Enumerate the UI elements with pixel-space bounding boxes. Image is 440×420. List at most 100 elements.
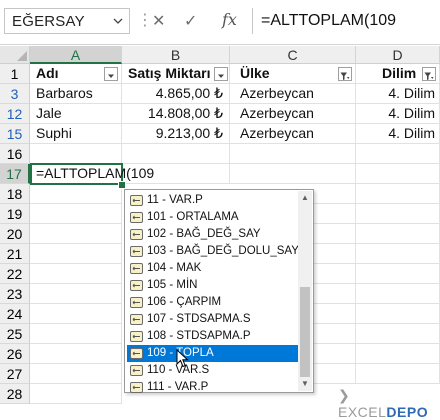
- empty-cell[interactable]: [30, 244, 122, 264]
- autocomplete-option[interactable]: 107 - STDSAPMA.S: [127, 311, 298, 328]
- table-cell[interactable]: 4.865,00 ₺: [122, 84, 230, 104]
- empty-cell[interactable]: [30, 144, 122, 164]
- empty-cell[interactable]: [314, 364, 356, 384]
- autocomplete-option[interactable]: 105 - MİN: [127, 277, 298, 294]
- empty-cell[interactable]: [230, 144, 356, 164]
- select-all-button[interactable]: [0, 46, 30, 64]
- table-cell[interactable]: 14.808,00 ₺: [122, 104, 230, 124]
- empty-cell[interactable]: [314, 204, 356, 224]
- autocomplete-option[interactable]: 109 - TOPLA: [127, 345, 298, 362]
- name-box[interactable]: EĞERSAY: [4, 8, 130, 34]
- empty-cell[interactable]: [30, 324, 122, 344]
- scroll-down-icon[interactable]: ▼: [298, 377, 312, 391]
- row-header-active[interactable]: 17: [0, 164, 30, 184]
- row-header[interactable]: 27: [0, 364, 30, 384]
- autocomplete-scrollbar[interactable]: ▲ ▼: [298, 191, 312, 391]
- row-header[interactable]: 16: [0, 144, 30, 164]
- scroll-up-icon[interactable]: ▲: [298, 191, 312, 205]
- column-header-c[interactable]: C: [230, 46, 356, 64]
- empty-cell[interactable]: [356, 244, 440, 264]
- row-header[interactable]: 24: [0, 304, 30, 324]
- autocomplete-option[interactable]: 104 - MAK: [127, 260, 298, 277]
- table-cell[interactable]: 4. Dilim: [356, 104, 440, 124]
- column-header-d[interactable]: D: [356, 46, 440, 64]
- empty-cell[interactable]: [314, 264, 356, 284]
- row-header[interactable]: 20: [0, 224, 30, 244]
- autocomplete-option[interactable]: 102 - BAĞ_DEĞ_SAY: [127, 226, 298, 243]
- empty-cell[interactable]: [356, 304, 440, 324]
- cancel-icon[interactable]: ✕: [152, 11, 165, 31]
- row-header[interactable]: 1: [0, 64, 30, 84]
- table-cell[interactable]: Suphi: [30, 124, 122, 144]
- autocomplete-option[interactable]: 110 - VAR.S: [127, 362, 298, 379]
- row-header[interactable]: 28: [0, 384, 30, 404]
- autocomplete-option[interactable]: 103 - BAĞ_DEĞ_DOLU_SAY: [127, 243, 299, 260]
- empty-cell[interactable]: [30, 204, 122, 224]
- empty-cell[interactable]: [314, 284, 356, 304]
- empty-cell[interactable]: [230, 164, 356, 184]
- empty-cell[interactable]: [356, 184, 440, 204]
- empty-cell[interactable]: [314, 184, 356, 204]
- empty-cell[interactable]: [30, 344, 122, 364]
- row-header[interactable]: 12: [0, 104, 30, 124]
- empty-cell[interactable]: [30, 364, 122, 384]
- empty-cell[interactable]: [30, 184, 122, 204]
- empty-cell[interactable]: [30, 284, 122, 304]
- autocomplete-option[interactable]: 106 - ÇARPIM: [127, 294, 298, 311]
- column-header-b[interactable]: B: [122, 46, 230, 64]
- empty-cell[interactable]: [356, 284, 440, 304]
- row-header[interactable]: 26: [0, 344, 30, 364]
- row-header[interactable]: 3: [0, 84, 30, 104]
- scrollbar-thumb[interactable]: [300, 287, 310, 377]
- chevron-down-icon[interactable]: [113, 16, 123, 26]
- empty-cell[interactable]: [30, 384, 122, 404]
- table-cell[interactable]: 9.213,00 ₺: [122, 124, 230, 144]
- row-header[interactable]: 18: [0, 184, 30, 204]
- table-cell[interactable]: 4. Dilim: [356, 124, 440, 144]
- formula-input[interactable]: =ALTTOPLAM(109: [252, 8, 440, 34]
- filter-dropdown-icon[interactable]: [104, 67, 118, 81]
- header-cell-ulke[interactable]: Ülke: [230, 64, 356, 84]
- autocomplete-option[interactable]: 108 - STDSAPMA.P: [127, 328, 298, 345]
- table-cell[interactable]: 4. Dilim: [356, 84, 440, 104]
- filter-applied-icon[interactable]: [338, 67, 352, 81]
- empty-cell[interactable]: [314, 244, 356, 264]
- empty-cell[interactable]: [356, 264, 440, 284]
- empty-cell[interactable]: [314, 224, 356, 244]
- row-header[interactable]: 19: [0, 204, 30, 224]
- table-cell[interactable]: Azerbeycan: [230, 104, 356, 124]
- row-header[interactable]: 15: [0, 124, 30, 144]
- autocomplete-option[interactable]: 101 - ORTALAMA: [127, 209, 298, 226]
- autocomplete-option[interactable]: 11 - VAR.P: [127, 192, 298, 209]
- header-cell-dilim[interactable]: Dilim: [356, 64, 440, 84]
- table-cell[interactable]: Azerbeycan: [230, 124, 356, 144]
- empty-cell[interactable]: [30, 304, 122, 324]
- active-cell-a17[interactable]: =ALTTOPLAM(109: [30, 163, 154, 185]
- fill-handle[interactable]: [118, 181, 126, 189]
- row-header[interactable]: 23: [0, 284, 30, 304]
- empty-cell[interactable]: [356, 344, 440, 364]
- column-header-a[interactable]: A: [30, 46, 122, 64]
- empty-cell[interactable]: [122, 144, 230, 164]
- table-cell[interactable]: Azerbeycan: [230, 84, 356, 104]
- row-header[interactable]: 25: [0, 324, 30, 344]
- empty-cell[interactable]: [314, 344, 356, 364]
- header-cell-satis[interactable]: Satış Miktarı: [122, 64, 230, 84]
- empty-cell[interactable]: [356, 324, 440, 344]
- filter-dropdown-icon[interactable]: [214, 67, 228, 81]
- table-cell[interactable]: Barbaros: [30, 84, 122, 104]
- empty-cell[interactable]: [30, 224, 122, 244]
- empty-cell[interactable]: [356, 224, 440, 244]
- empty-cell[interactable]: [314, 304, 356, 324]
- function-argument-autocomplete[interactable]: 11 - VAR.P 101 - ORTALAMA 102 - BAĞ_DEĞ_SA…: [124, 189, 314, 393]
- enter-icon[interactable]: ✓: [184, 11, 197, 31]
- empty-cell[interactable]: [30, 264, 122, 284]
- insert-function-icon[interactable]: fx: [222, 10, 237, 29]
- empty-cell[interactable]: [314, 324, 356, 344]
- empty-cell[interactable]: [356, 144, 440, 164]
- filter-applied-icon[interactable]: [422, 67, 436, 81]
- header-cell-adi[interactable]: Adı: [30, 64, 122, 84]
- table-cell[interactable]: Jale: [30, 104, 122, 124]
- row-header[interactable]: 21: [0, 244, 30, 264]
- empty-cell[interactable]: [356, 364, 440, 384]
